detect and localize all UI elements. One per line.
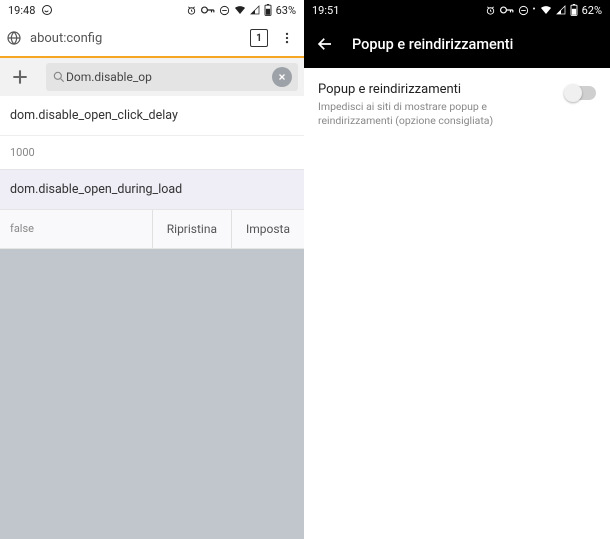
alarm-icon — [485, 5, 496, 16]
toggle-switch[interactable] — [566, 86, 596, 100]
pref-item-selected[interactable]: dom.disable_open_during_load false Ripri… — [0, 170, 304, 249]
whatsapp-icon — [41, 4, 53, 16]
tab-count-button[interactable]: 1 — [250, 29, 268, 47]
back-icon[interactable] — [316, 35, 334, 53]
header-title: Popup e reindirizzamenti — [352, 36, 513, 53]
set-button[interactable]: Imposta — [231, 210, 304, 248]
status-bar-left: 19:48 63% — [0, 0, 304, 20]
vpn-icon — [500, 5, 514, 15]
dnd-icon — [219, 5, 230, 16]
tool-row — [0, 56, 304, 96]
url-bar: about:config 1 — [0, 20, 304, 56]
pref-item[interactable]: dom.disable_open_click_delay 1000 — [0, 96, 304, 170]
dnd-icon — [518, 5, 529, 16]
status-battery-pct: 63% — [276, 4, 296, 17]
clear-search-button[interactable] — [272, 67, 292, 87]
search-input[interactable] — [66, 70, 272, 84]
status-battery-pct: 62% — [582, 4, 602, 17]
battery-icon — [570, 4, 578, 16]
url-text[interactable]: about:config — [30, 31, 242, 46]
add-pref-button[interactable] — [0, 67, 40, 87]
setting-title: Popup e reindirizzamenti — [318, 82, 556, 97]
pref-name: dom.disable_open_click_delay — [0, 96, 304, 135]
settings-header: Popup e reindirizzamenti — [304, 20, 610, 68]
globe-icon — [6, 30, 22, 46]
signal-icon — [556, 5, 566, 15]
alarm-icon — [186, 5, 197, 16]
phone-left: 19:48 63% about:config 1 — [0, 0, 304, 539]
status-time: 19:51 — [312, 4, 339, 17]
vpn-icon — [201, 5, 215, 15]
setting-desc: Impedisci ai siti di mostrare popup e re… — [318, 100, 556, 127]
search-wrap — [46, 63, 298, 91]
wifi-icon — [234, 5, 246, 15]
battery-icon — [264, 4, 272, 16]
menu-icon[interactable] — [276, 31, 298, 45]
reset-button[interactable]: Ripristina — [152, 210, 231, 248]
pref-actions: false Ripristina Imposta — [0, 209, 304, 248]
phone-right: 19:51 • 62% Popup e reindirizzamenti Pop… — [304, 0, 610, 539]
pref-value: 1000 — [0, 135, 304, 169]
wifi-icon — [540, 5, 552, 15]
pref-value: false — [0, 210, 152, 248]
status-bar-right: 19:51 • 62% — [304, 0, 610, 20]
status-time: 19:48 — [8, 4, 35, 17]
signal-icon — [250, 5, 260, 15]
search-icon — [52, 70, 66, 84]
setting-row[interactable]: Popup e reindirizzamenti Impedisci ai si… — [304, 68, 610, 141]
pref-name: dom.disable_open_during_load — [0, 170, 304, 209]
